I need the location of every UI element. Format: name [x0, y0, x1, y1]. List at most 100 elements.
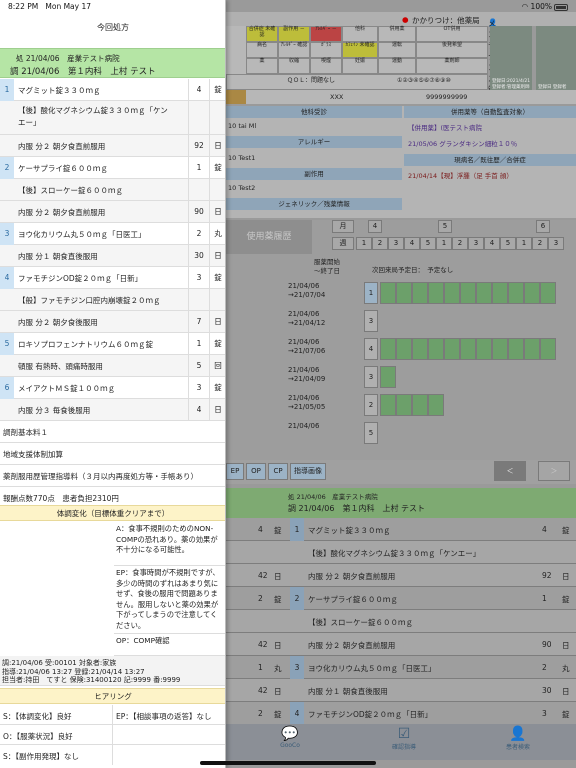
flag-cell[interactable]: ｱﾚﾙｷﾞｰ 確認 [278, 42, 310, 58]
wifi-icon: ◠ [521, 2, 529, 11]
flag-cell[interactable]: 妊娠 [342, 58, 378, 74]
med-row[interactable]: 【後】スローケー錠６００ｍｇ [0, 179, 225, 201]
info-panels: 他科受診 併用薬等（自動監査対象） 10 tai Ml アレルギー 【併用薬】(… [226, 106, 576, 218]
med-row[interactable]: 4 ファモチジンOD錠２０ｍｇ「日新」 3 錠 [0, 267, 225, 289]
info-row: XXX 9999999999 [226, 90, 576, 104]
month-number: 5 [438, 220, 452, 233]
flag-cell[interactable]: 併用薬 [378, 26, 416, 42]
bg-med-row[interactable]: 【後】酸化マグネシウム錠３３０ｍｇ「ケンエー」 [226, 541, 576, 564]
history-period: 21/04/06 →21/04/09 [288, 366, 326, 383]
med-name: 内服 分２ 朝夕食後服用 [18, 318, 98, 327]
history-bar-cell [396, 282, 412, 304]
history-number[interactable]: 3 [364, 366, 378, 388]
med-unit: 錠 [209, 333, 225, 355]
flag-cell[interactable]: 副作用 － [278, 26, 310, 42]
flag-cell[interactable]: 喫煙 [310, 58, 342, 74]
history-bar-cell [492, 282, 508, 304]
flag-cell[interactable]: 合併症 未確認 [246, 26, 278, 42]
history-number[interactable]: 4 [364, 338, 378, 360]
med-row[interactable]: 内服 分３ 毎食後服用 4 日 [0, 399, 225, 421]
bg-med-row[interactable]: 4 錠 1 マグミット錠３３０ｍｇ 4 錠 [226, 518, 576, 541]
flag-cell[interactable]: 収縮 [278, 58, 310, 74]
bg-rx-header: 処 21/04/06 産業テスト病院 調 21/04/06 第１内科 上村 テス… [226, 488, 576, 518]
med-row[interactable]: 内服 分１ 朝食直後服用 30 日 [0, 245, 225, 267]
med-number: 6 [0, 377, 14, 399]
history-bar-cell [428, 394, 444, 416]
flag-cell[interactable]: 運転 [378, 42, 416, 58]
med-unit: 日 [209, 399, 225, 421]
med-row[interactable]: 5 ロキソプロフェンナトリウム６０ｍｇ錠 1 錠 [0, 333, 225, 355]
med-unit: 錠 [209, 267, 225, 289]
bg-med-row[interactable]: 42 日内服 分１ 朝食直後服用 30 日 [226, 679, 576, 702]
hearing-item: O：【服薬状況】良好 [3, 732, 73, 741]
history-bar-cell [524, 282, 540, 304]
history-number[interactable]: 3 [364, 310, 378, 332]
med-unit: 錠 [209, 157, 225, 179]
panel-title: 今回処方 [97, 23, 129, 32]
shiyou-history-button[interactable]: 使用薬履歴 [226, 220, 312, 254]
flag-cell[interactable]: 運動 [378, 58, 416, 74]
med-row[interactable]: 1 マグミット錠３３０ｍｇ 4 錠 [0, 79, 225, 101]
tab-kakunin[interactable]: ☑ 確認指導 [374, 726, 434, 751]
flag-cell[interactable]: ｱﾚﾙｷﾞｰ － [310, 26, 342, 42]
next-button[interactable]: ＞ [538, 461, 570, 481]
med-row[interactable]: 【般】ファモチジン口腔内崩壊錠２０ｍｇ [0, 289, 225, 311]
history-bar-cell [508, 338, 524, 360]
med-row[interactable]: 内服 分２ 朝夕食直前服用 90 日 [0, 201, 225, 223]
bg-med-number: 3 [290, 656, 304, 679]
med-name: 【後】酸化マグネシウム錠３３０ｍｇ「ケン エー」 [18, 106, 168, 127]
med-name: 【般】ファモチジン口腔内崩壊錠２０ｍｇ [18, 296, 161, 305]
med-name: 【後】スローケー錠６００ｍｇ [18, 186, 123, 195]
flag-cell[interactable]: 他科 [342, 26, 378, 42]
prev-button[interactable]: ＜ [494, 461, 526, 481]
med-name: ファモチジンOD錠２０ｍｇ「日新」 [18, 274, 143, 283]
flag-cell[interactable]: ｶﾌｪｲﾝ 未確認 [342, 42, 378, 58]
bg-med-row[interactable]: 42 日内服 分２ 朝夕食直前服用 90 日 [226, 633, 576, 656]
history-number[interactable]: 2 [364, 394, 378, 416]
flag-cell[interactable]: ｶﾞﾗｽ [310, 42, 342, 58]
history-bar-cell [380, 394, 396, 416]
flag-cell[interactable]: 薬 [246, 58, 278, 74]
tab-patient-search[interactable]: 👤 患者検索 [488, 726, 548, 751]
patient-photo-1[interactable]: 登録日:2021/4/21 登録者:管理薬剤師 [490, 26, 532, 92]
bg-med-name: ファモチジンOD錠２０ｍｇ「日新」 [308, 710, 433, 719]
history-number[interactable]: 1 [364, 282, 378, 304]
op-button[interactable]: OP [246, 463, 266, 480]
patient-flags-grid: 合併症 未確認 副作用 － ｱﾚﾙｷﾞｰ － 他科 併用薬 OT併用 病名 ｱﾚ… [226, 26, 488, 90]
med-name: メイアクトＭＳ錠１００ｍｇ [18, 384, 116, 393]
med-row[interactable]: 6 メイアクトＭＳ錠１００ｍｇ 3 錠 [0, 377, 225, 399]
home-indicator [200, 761, 376, 765]
med-qty [188, 101, 209, 135]
fee-row: 地域支援体制加算 [0, 443, 225, 465]
med-row[interactable]: 内服 分２ 朝夕食後服用 7 日 [0, 311, 225, 333]
med-name: ロキソプロフェンナトリウム６０ｍｇ錠 [18, 340, 153, 349]
guidance-image-button[interactable]: 指導画像 [290, 463, 326, 480]
bg-med-row[interactable]: 2 錠 2 ケーサプライ錠６００ｍｇ 1 錠 [226, 587, 576, 610]
bg-med-row[interactable]: 42 日内服 分２ 朝夕食直前服用 92 日 [226, 564, 576, 587]
med-row[interactable]: 2 ケーサプライ錠６００ｍｇ 1 錠 [0, 157, 225, 179]
med-unit: 回 [209, 355, 225, 377]
week-number: 4 [404, 237, 420, 250]
cp-button[interactable]: CP [268, 463, 288, 480]
med-row[interactable]: 内服 分２ 朝夕食直前服用 92 日 [0, 135, 225, 157]
flag-cell[interactable]: OT併用 [416, 26, 488, 42]
fee-text: 薬剤服用歴管理指導料（３月以内再度処方等・手帳あり） [3, 472, 198, 481]
history-bar-cell [380, 366, 396, 388]
history-number[interactable]: 5 [364, 422, 378, 444]
tab-bar: 💬 GooCo ☑ 確認指導 👤 患者検索 [226, 724, 576, 760]
flag-cell[interactable]: 病名 [246, 42, 278, 58]
patient-photo-2[interactable]: 登録日 登録者 [536, 26, 576, 92]
med-row[interactable]: 【後】酸化マグネシウム錠３３０ｍｇ「ケン エー」 [0, 101, 225, 135]
ep-button[interactable]: EP [226, 463, 244, 480]
med-row[interactable]: 3 ヨウ化カリウム丸５０ｍｇ「日医工」 2 丸 [0, 223, 225, 245]
flag-cell[interactable]: 後発希望 [416, 42, 488, 58]
med-name: ケーサプライ錠６００ｍｇ [18, 164, 108, 173]
tab-gooco[interactable]: 💬 GooCo [260, 726, 320, 749]
bg-med-row[interactable]: 1 丸 3 ヨウ化カリウム丸５０ｍｇ「日医工」 2 丸 [226, 656, 576, 679]
flag-cell[interactable]: 薬剤師 [416, 58, 488, 74]
med-row[interactable]: 頓服 有熱時、頭痛時服用 5 回 [0, 355, 225, 377]
hearing-row: O：【服薬状況】良好 [0, 725, 225, 745]
bg-med-row[interactable]: 【後】スローケー錠６００ｍｇ [226, 610, 576, 633]
bg-med-name: マグミット錠３３０ｍｇ [308, 526, 391, 535]
bg-med-row[interactable]: 2 錠 4 ファモチジンOD錠２０ｍｇ「日新」 3 錠 [226, 702, 576, 725]
